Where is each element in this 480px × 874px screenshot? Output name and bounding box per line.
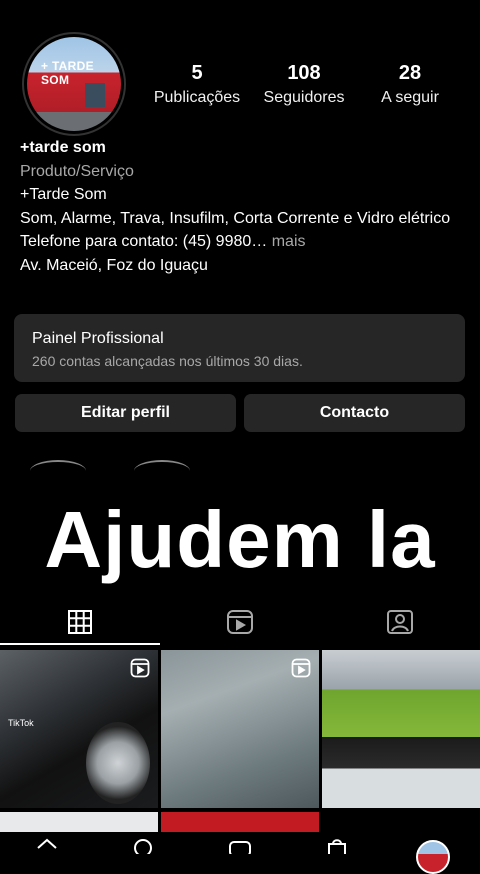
car-wheel-image [86,722,150,804]
shop-icon[interactable] [326,838,348,859]
professional-dashboard[interactable]: Painel Profissional 260 contas alcançada… [14,314,465,382]
bio-line-1: +Tarde Som [20,186,107,203]
grid-post-photo[interactable] [322,650,480,808]
grid-post-reel[interactable]: TikTok [0,650,158,808]
avatar-sign-text: + TARDE SOM [41,59,94,87]
dashboard-title: Painel Profissional [32,330,164,347]
tab-reels[interactable] [160,604,320,644]
dashboard-subtitle: 260 contas alcançadas nos últimos 30 dia… [32,353,303,369]
bio-phone-line: Telefone para contato: (45) 9980… mais [20,230,460,254]
profile-avatar[interactable] [416,840,450,874]
story-highlight-circle[interactable] [30,460,86,482]
stat-posts-count: 5 [191,62,203,84]
reels-icon [130,658,150,683]
profile-name: +tarde som [20,139,106,156]
profile-category[interactable]: Produto/Serviço [20,160,460,184]
tab-tagged[interactable] [320,604,480,644]
home-icon[interactable] [36,838,58,859]
stat-following[interactable]: 28 A seguir [368,61,452,109]
bio-more-link[interactable]: mais [267,233,306,250]
grid-post[interactable] [161,812,319,832]
reels-icon [291,658,311,683]
edit-profile-button[interactable]: Editar perfil [15,394,236,432]
avatar[interactable]: + TARDE SOM [27,37,121,131]
reels-nav-icon[interactable] [228,838,252,859]
bio-address[interactable]: Av. Maceió, Foz do Iguaçu [20,254,460,278]
avatar-storefront-door [85,83,105,107]
search-icon[interactable] [132,838,154,859]
video-overlay-caption: Ajudem la [44,495,436,584]
profile-bio: +tarde som Produto/Serviço +Tarde Som So… [20,136,460,277]
stat-posts[interactable]: 5 Publicações [150,61,244,109]
stat-following-count: 28 [398,62,422,84]
grid-post-reel[interactable] [161,650,319,808]
tiktok-watermark: TikTok [8,718,34,728]
grid-post[interactable] [0,812,158,832]
bio-phone: Telefone para contato: (45) 9980… [20,233,268,250]
stat-followers-count: 108 [287,62,321,84]
contact-button[interactable]: Contacto [244,394,465,432]
story-highlight-circle[interactable] [134,460,190,482]
active-tab-indicator [0,643,160,645]
stat-following-label: A seguir [381,89,439,106]
stat-posts-label: Publicações [153,89,241,106]
stat-followers[interactable]: 108 Seguidores [256,61,352,109]
stat-followers-label: Seguidores [263,89,345,106]
reels-icon [226,609,254,640]
tagged-icon [386,609,414,640]
grid-icon [67,609,93,640]
bio-line-2: Som, Alarme, Trava, Insufilm, Corta Corr… [20,209,451,227]
tab-posts-grid[interactable] [0,604,160,644]
